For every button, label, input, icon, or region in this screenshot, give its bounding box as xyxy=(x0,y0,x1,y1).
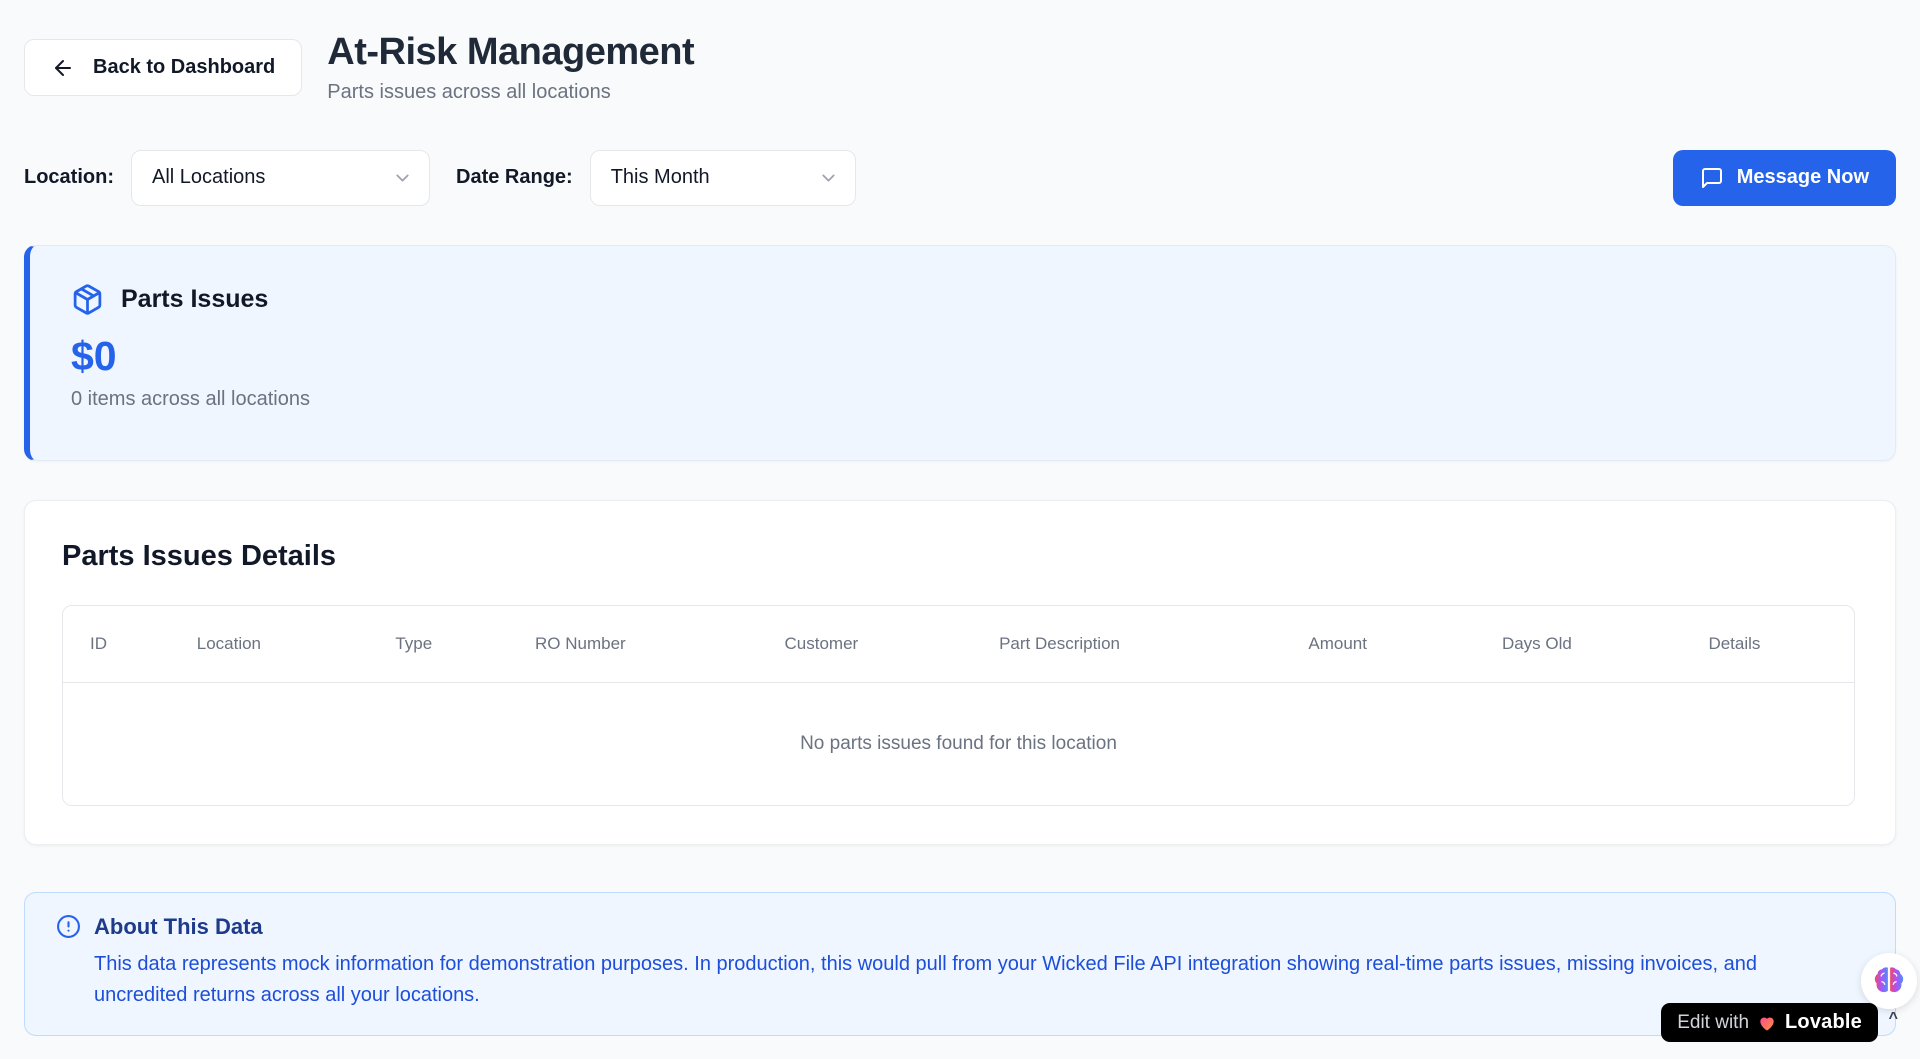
collapse-caret[interactable]: ^ xyxy=(1889,1011,1898,1027)
about-heading-row: About This Data xyxy=(56,914,1855,940)
message-now-button[interactable]: Message Now xyxy=(1673,150,1896,206)
page-title: At-Risk Management xyxy=(327,31,694,75)
about-this-data-card: About This Data This data represents moc… xyxy=(24,892,1896,1036)
details-heading: Parts Issues Details xyxy=(62,538,1855,574)
column-header-id: ID xyxy=(63,606,170,683)
edit-with-lovable-badge[interactable]: Edit with Lovable xyxy=(1661,1003,1878,1042)
column-header-customer: Customer xyxy=(758,606,973,683)
empty-state-message: No parts issues found for this location xyxy=(63,683,1854,805)
package-icon xyxy=(71,283,104,316)
parts-issues-details-card: Parts Issues Details ID Location Type RO… xyxy=(24,500,1896,845)
column-header-part-description: Part Description xyxy=(972,606,1281,683)
summary-card-title: Parts Issues xyxy=(121,285,268,314)
summary-amount: $0 xyxy=(71,332,1855,381)
location-filter-label: Location: xyxy=(24,166,114,189)
at-risk-management-page: Back to Dashboard At-Risk Management Par… xyxy=(0,0,1920,1036)
location-select-value: All Locations xyxy=(152,166,265,189)
date-range-select[interactable]: This Month xyxy=(590,150,856,206)
date-range-select-value: This Month xyxy=(611,166,710,189)
back-button-label: Back to Dashboard xyxy=(93,56,275,79)
column-header-days-old: Days Old xyxy=(1475,606,1682,683)
lovable-assistant-bubble[interactable] xyxy=(1861,953,1917,1009)
summary-title-row: Parts Issues xyxy=(71,283,1855,316)
date-range-filter-label: Date Range: xyxy=(456,166,573,189)
parts-issues-table: ID Location Type RO Number Customer Part… xyxy=(62,605,1855,806)
lovable-heart-icon xyxy=(1757,1013,1777,1033)
location-select[interactable]: All Locations xyxy=(131,150,430,206)
page-subtitle: Parts issues across all locations xyxy=(327,79,694,105)
column-header-ro-number: RO Number xyxy=(508,606,757,683)
summary-caption: 0 items across all locations xyxy=(71,388,1855,411)
message-now-label: Message Now xyxy=(1737,166,1869,189)
page-header: Back to Dashboard At-Risk Management Par… xyxy=(24,0,1896,105)
edit-with-label: Edit with xyxy=(1677,1012,1749,1034)
alert-circle-icon xyxy=(56,914,81,939)
message-square-icon xyxy=(1700,166,1724,190)
table-header-row: ID Location Type RO Number Customer Part… xyxy=(63,606,1854,683)
about-heading: About This Data xyxy=(94,914,263,940)
column-header-details: Details xyxy=(1681,606,1854,683)
chevron-down-icon xyxy=(818,167,839,188)
about-body-text: This data represents mock information fo… xyxy=(94,949,1836,1011)
back-to-dashboard-button[interactable]: Back to Dashboard xyxy=(24,39,302,96)
parts-issues-summary-card: Parts Issues $0 0 items across all locat… xyxy=(24,245,1896,461)
chevron-down-icon xyxy=(392,167,413,188)
column-header-amount: Amount xyxy=(1281,606,1475,683)
title-block: At-Risk Management Parts issues across a… xyxy=(327,31,694,105)
column-header-type: Type xyxy=(368,606,508,683)
empty-state-row: No parts issues found for this location xyxy=(63,683,1854,805)
arrow-left-icon xyxy=(51,56,75,80)
filters-bar: Location: All Locations Date Range: This… xyxy=(24,150,1896,206)
brain-icon xyxy=(1872,964,1906,998)
lovable-brand-label: Lovable xyxy=(1785,1011,1862,1034)
column-header-location: Location xyxy=(170,606,369,683)
